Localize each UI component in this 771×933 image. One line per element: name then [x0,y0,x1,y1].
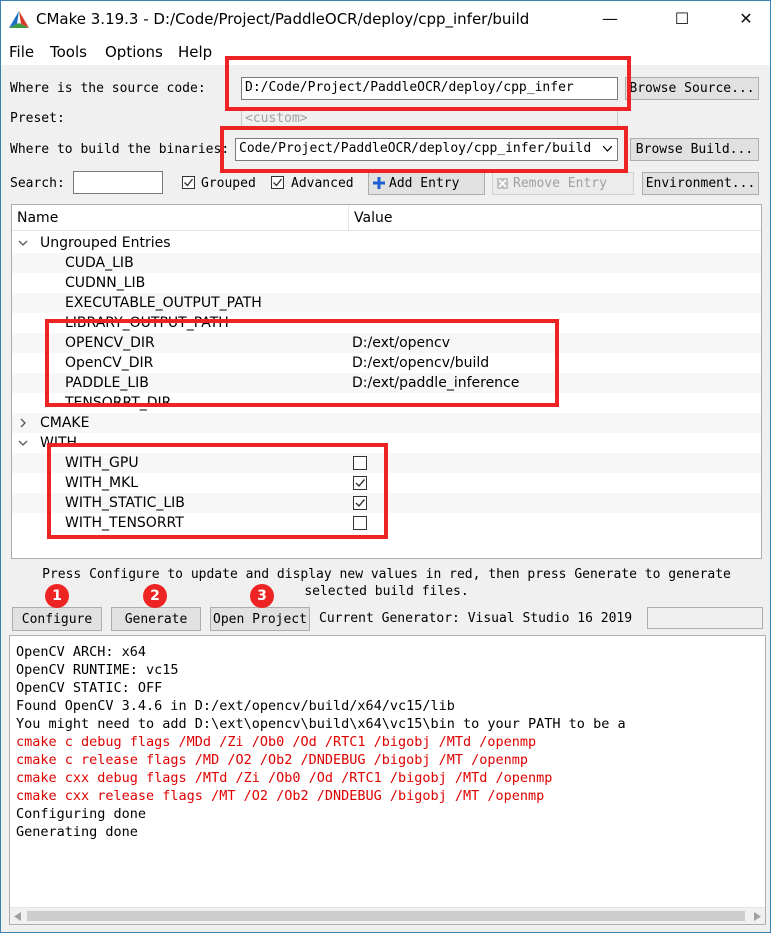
menu-options[interactable]: Options [105,43,163,61]
window-title: CMake 3.19.3 - D:/Code/Project/PaddleOCR… [36,10,530,28]
source-label: Where is the source code: [10,81,206,96]
add-entry-label: Add Entry [389,176,460,191]
log-line: OpenCV STATIC: OFF [16,680,163,696]
log-line: OpenCV RUNTIME: vc15 [16,662,179,678]
add-entry-button[interactable]: Add Entry [368,172,485,195]
log-line: Configuring done [16,806,147,822]
environment-button[interactable]: Environment... [642,172,759,195]
scroll-right-icon[interactable] [753,912,761,921]
horizontal-scrollbar[interactable] [10,907,765,924]
browse-source-button[interactable]: Browse Source... [625,77,759,100]
log-line: cmake cxx release flags /MT /O2 /Ob2 /DN… [16,788,545,804]
chevron-right-icon[interactable] [18,418,28,428]
log-line: Generating done [16,824,138,840]
generate-button[interactable]: Generate [111,607,201,631]
search-input[interactable] [73,171,163,194]
entry-name: EXECUTABLE_OUTPUT_PATH [65,295,262,311]
entry-name: CUDNN_LIB [65,275,146,291]
grouped-label: Grouped [201,176,256,191]
tree-entry-row[interactable]: EXECUTABLE_OUTPUT_PATH [12,293,761,313]
progress-bar [647,607,763,629]
entry-name: CUDA_LIB [65,255,134,271]
cmake-window: CMake 3.19.3 - D:/Code/Project/PaddleOCR… [0,0,771,933]
check-icon [273,178,283,187]
column-name-header[interactable]: Name [17,210,58,226]
cmake-logo-icon [9,11,29,28]
close-button[interactable]: ✕ [723,1,769,37]
log-line: OpenCV ARCH: x64 [16,644,147,660]
build-label: Where to build the binaries: [10,142,230,157]
log-line: You might need to add D:\ext\opencv\buil… [16,716,626,732]
remove-icon [497,178,508,189]
advanced-checkbox[interactable] [271,176,284,189]
remove-entry-button[interactable]: Remove Entry [492,172,634,195]
tree-group-row[interactable]: CMAKE [12,413,761,433]
chevron-down-icon[interactable] [18,438,28,448]
status-line-1: Press Configure to update and display ne… [42,567,731,582]
tree-group-row[interactable]: Ungrouped Entries [12,233,761,253]
configure-button[interactable]: Configure [12,607,102,631]
current-generator-label: Current Generator: Visual Studio 16 2019 [319,611,633,626]
tree-header: Name Value [12,205,761,231]
plus-icon [373,177,385,189]
grouped-checkbox[interactable] [182,176,195,189]
with-options-highlight-box [47,443,388,539]
status-line-2: selected build files. [304,584,469,599]
step-badge-2: 2 [143,584,167,608]
group-name: CMAKE [40,415,90,431]
log-line: cmake cxx debug flags /MTd /Zi /Ob0 /Od … [16,770,553,786]
tree-entry-row[interactable]: CUDA_LIB [12,253,761,273]
title-bar[interactable]: CMake 3.19.3 - D:/Code/Project/PaddleOCR… [1,1,770,39]
chevron-down-icon[interactable] [18,238,28,248]
preset-label: Preset: [10,111,65,126]
output-log[interactable]: OpenCV ARCH: x64 OpenCV RUNTIME: vc15 Open… [9,635,766,925]
search-label: Search: [10,176,65,191]
paths-highlight-box [45,319,559,407]
step-badge-1: 1 [45,584,69,608]
scrollbar-thumb[interactable] [27,911,745,921]
column-value-header[interactable]: Value [354,210,392,226]
build-highlight-box [220,126,628,173]
source-highlight-box [225,56,631,111]
log-line: cmake c debug flags /MDd /Zi /Ob0 /Od /R… [16,734,537,750]
menu-tools[interactable]: Tools [50,43,87,61]
maximize-button[interactable]: ☐ [659,1,705,37]
minimize-button[interactable]: — [587,1,633,37]
browse-build-button[interactable]: Browse Build... [630,138,759,161]
column-divider[interactable] [348,205,349,231]
step-badge-3: 3 [250,584,274,608]
group-name: Ungrouped Entries [40,235,171,251]
scroll-left-icon[interactable] [14,912,22,921]
menu-help[interactable]: Help [178,43,212,61]
advanced-label: Advanced [291,176,354,191]
menu-file[interactable]: File [9,43,34,61]
log-line: cmake c release flags /MD /O2 /Ob2 /DNDE… [16,752,529,768]
tree-entry-row[interactable]: CUDNN_LIB [12,273,761,293]
status-message: Press Configure to update and display ne… [11,566,762,600]
remove-entry-label: Remove Entry [513,176,607,191]
open-project-button[interactable]: Open Project [210,607,310,631]
log-line: Found OpenCV 3.4.6 in D:/ext/opencv/buil… [16,698,455,714]
check-icon [184,178,194,187]
